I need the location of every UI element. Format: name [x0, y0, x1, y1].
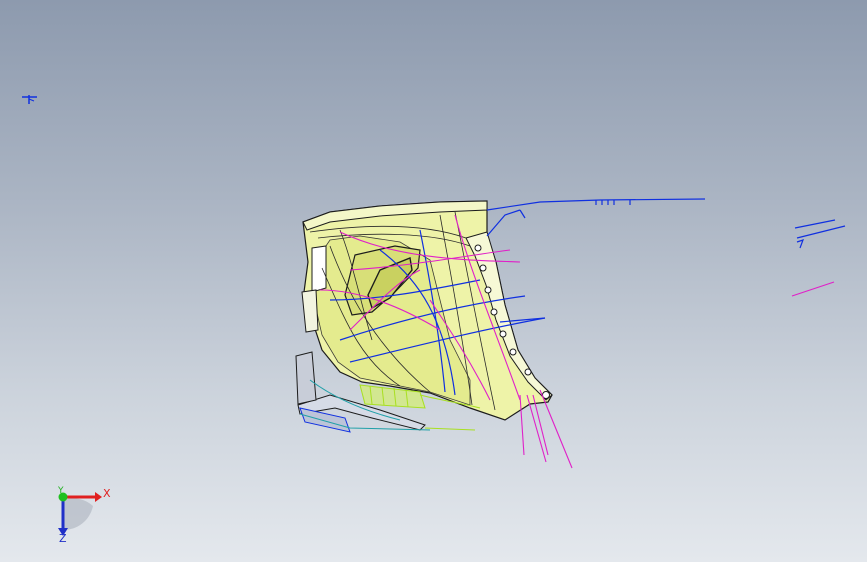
lower-bracket: [299, 407, 351, 433]
graphics-viewport[interactable]: X Y Z: [0, 0, 867, 562]
y-axis-label: Y: [58, 486, 64, 496]
model-scene[interactable]: [0, 0, 867, 562]
fender-part[interactable]: [295, 200, 553, 433]
left-edge-detail: [311, 245, 327, 293]
triad-labels: X Y Z: [40, 478, 120, 548]
origin-marker-icon: [22, 95, 37, 104]
x-axis-label: X: [103, 487, 111, 500]
side-bracket: [295, 351, 317, 405]
left-tab: [301, 289, 319, 333]
z-axis-label: Z: [59, 532, 67, 545]
